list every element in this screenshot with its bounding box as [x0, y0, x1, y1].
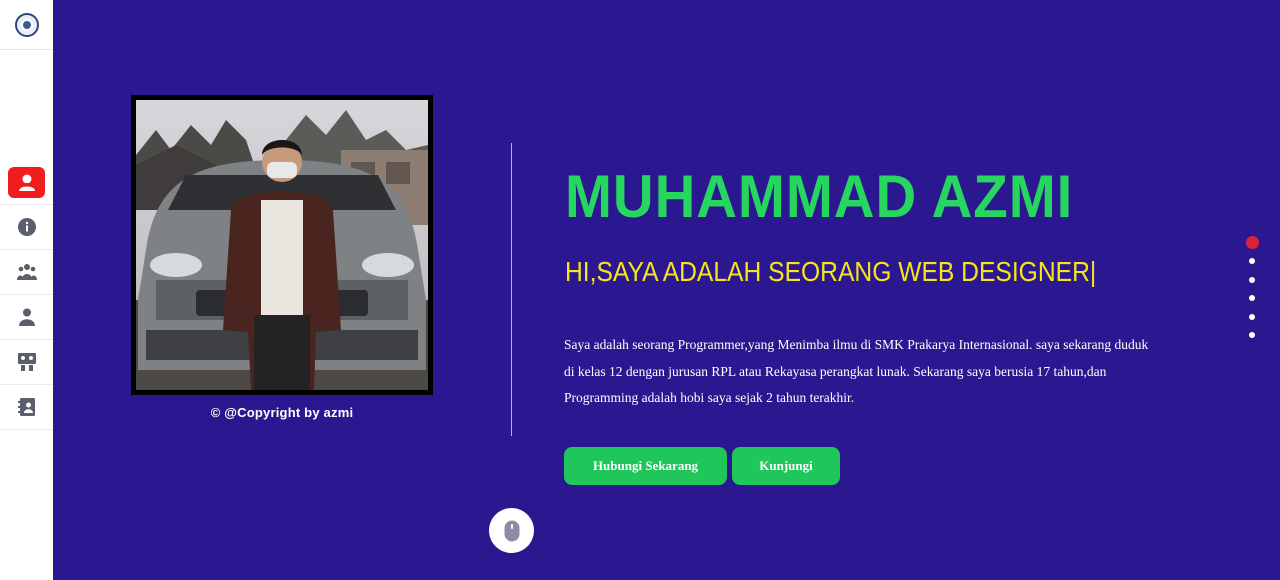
- user-icon: [18, 308, 35, 326]
- sidebar-item-profile[interactable]: [0, 295, 53, 340]
- profile-name: MUHAMMAD AZMI: [565, 163, 1074, 230]
- profile-photo-image: [136, 100, 428, 390]
- sidebar-nav: [0, 160, 53, 430]
- sidebar-item-about[interactable]: [0, 205, 53, 250]
- sidebar-item-home[interactable]: [0, 160, 53, 205]
- sidebar-item-contact[interactable]: [0, 385, 53, 430]
- logo-container: [0, 0, 53, 50]
- vertical-divider: [511, 143, 512, 436]
- section-pagination: [1245, 236, 1259, 351]
- scroll-down-button[interactable]: [489, 508, 534, 553]
- pagination-dot-3[interactable]: [1249, 276, 1255, 283]
- photo-copyright: © @Copyright by azmi: [210, 405, 354, 420]
- pagination-dot-4[interactable]: [1249, 295, 1255, 301]
- profile-photo: [136, 100, 428, 390]
- sidebar-item-team[interactable]: [0, 250, 53, 295]
- info-icon: [17, 218, 36, 236]
- sidebar-item-portfolio[interactable]: [0, 340, 53, 385]
- sidebar: [0, 0, 53, 580]
- pagination-dot-2[interactable]: [1249, 258, 1255, 264]
- team-icon: [16, 264, 37, 280]
- pagination-dot-5[interactable]: [1249, 313, 1255, 320]
- pagination-dot-1[interactable]: [1245, 236, 1259, 249]
- presentation-icon: [17, 353, 36, 371]
- pagination-dot-6[interactable]: [1249, 332, 1255, 338]
- contact-book-icon: [17, 398, 35, 416]
- contact-now-button[interactable]: Hubungi Sekarang: [564, 447, 727, 485]
- school-logo-icon[interactable]: [14, 12, 39, 37]
- mouse-icon: [504, 520, 519, 541]
- visit-button[interactable]: Kunjungi: [732, 447, 840, 485]
- profile-photo-frame: [131, 95, 433, 395]
- home-user-icon: [18, 174, 35, 191]
- profile-description: Saya adalah seorang Programmer,yang Meni…: [564, 337, 1149, 405]
- profile-subtitle: HI,SAYA ADALAH SEORANG WEB DESIGNER|: [565, 256, 1097, 287]
